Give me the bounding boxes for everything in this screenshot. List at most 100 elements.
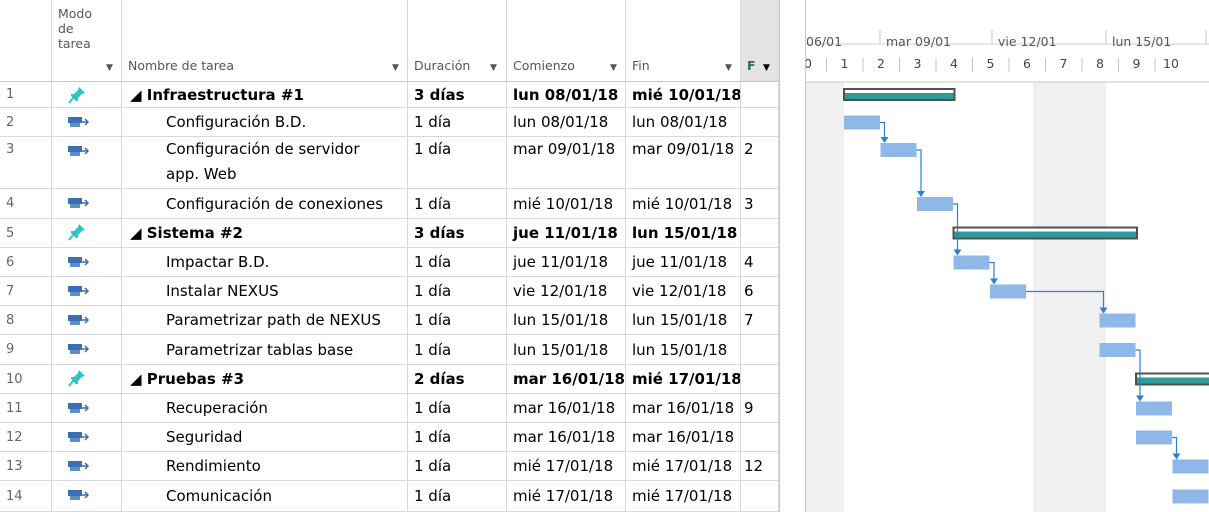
duration-cell[interactable]: 1 día xyxy=(408,248,507,277)
table-row[interactable]: 4 Configuración de conexiones 1 día mié 10/… xyxy=(0,189,779,219)
task-name-cell[interactable]: Seguridad xyxy=(122,423,408,452)
duration-cell[interactable]: 1 día xyxy=(408,452,507,481)
header-end-dropdown-icon[interactable]: ▼ xyxy=(725,63,732,73)
task-name-cell[interactable]: Parametrizar path de NEXUS xyxy=(122,306,408,335)
start-cell[interactable]: vie 12/01/18 xyxy=(507,277,626,306)
task-mode-cell[interactable] xyxy=(52,306,122,335)
end-cell[interactable]: mar 09/01/18 xyxy=(626,137,741,189)
header-task-name-dropdown-icon[interactable]: ▼ xyxy=(392,63,399,73)
task-mode-cell[interactable] xyxy=(52,82,122,108)
predecessor-cell[interactable]: 2 xyxy=(741,137,779,189)
table-row[interactable]: 10 ◢ Pruebas #3 2 días mar 16/01/18 mié 17/0… xyxy=(0,365,779,394)
header-start-dropdown-icon[interactable]: ▼ xyxy=(610,63,617,73)
task-mode-cell[interactable] xyxy=(52,248,122,277)
table-row[interactable]: 8 Parametrizar path de NEXUS 1 día lun 15/0… xyxy=(0,306,779,335)
end-cell[interactable]: lun 08/01/18 xyxy=(626,108,741,137)
table-row[interactable]: 1 ◢ Infraestructura #1 3 días lun 08/01/18 m… xyxy=(0,82,779,108)
header-task-name[interactable]: Nombre de tarea ▼ xyxy=(122,0,408,82)
predecessor-cell[interactable] xyxy=(741,108,779,137)
task-mode-cell[interactable] xyxy=(52,335,122,365)
predecessor-cell[interactable]: 6 xyxy=(741,277,779,306)
header-end[interactable]: Fin ▼ xyxy=(626,0,741,82)
table-row[interactable]: 9 Parametrizar tablas base 1 día lun 15/01/… xyxy=(0,335,779,365)
header-task-mode[interactable]: Modo de tarea ▼ xyxy=(52,0,122,82)
end-cell[interactable]: lun 15/01/18 xyxy=(626,219,741,248)
end-cell[interactable]: mié 17/01/18 xyxy=(626,365,741,394)
task-mode-cell[interactable] xyxy=(52,219,122,248)
task-name-cell[interactable]: Configuración B.D. xyxy=(122,108,408,137)
duration-cell[interactable]: 1 día xyxy=(408,137,507,189)
start-cell[interactable]: jue 11/01/18 xyxy=(507,219,626,248)
task-name-cell[interactable]: ◢ Sistema #2 xyxy=(122,219,408,248)
predecessor-cell[interactable] xyxy=(741,82,779,108)
task-name-cell[interactable]: Impactar B.D. xyxy=(122,248,408,277)
predecessor-cell[interactable]: 7 xyxy=(741,306,779,335)
end-cell[interactable]: jue 11/01/18 xyxy=(626,248,741,277)
task-name-cell[interactable]: Recuperación xyxy=(122,394,408,423)
start-cell[interactable]: lun 08/01/18 xyxy=(507,82,626,108)
start-cell[interactable]: mié 17/01/18 xyxy=(507,452,626,481)
table-row[interactable]: 2 Configuración B.D. 1 día lun 08/01/18 lun … xyxy=(0,108,779,137)
task-name-cell[interactable]: Rendimiento xyxy=(122,452,408,481)
end-cell[interactable]: lun 15/01/18 xyxy=(626,306,741,335)
start-cell[interactable]: lun 15/01/18 xyxy=(507,335,626,365)
start-cell[interactable]: mar 16/01/18 xyxy=(507,423,626,452)
start-cell[interactable]: mié 10/01/18 xyxy=(507,189,626,219)
predecessor-cell[interactable] xyxy=(741,219,779,248)
view-splitter[interactable] xyxy=(779,0,806,512)
start-cell[interactable]: jue 11/01/18 xyxy=(507,248,626,277)
task-mode-cell[interactable] xyxy=(52,423,122,452)
table-row[interactable]: 12 Seguridad 1 día mar 16/01/18 mar 16/01/18 xyxy=(0,423,779,452)
end-cell[interactable]: mar 16/01/18 xyxy=(626,394,741,423)
duration-cell[interactable]: 1 día xyxy=(408,306,507,335)
table-row[interactable]: 14 Comunicación 1 día mié 17/01/18 mié 17/01… xyxy=(0,481,779,512)
task-mode-cell[interactable] xyxy=(52,137,122,189)
end-cell[interactable]: mié 17/01/18 xyxy=(626,452,741,481)
task-mode-cell[interactable] xyxy=(52,452,122,481)
end-cell[interactable]: mar 16/01/18 xyxy=(626,423,741,452)
header-predecessors[interactable]: F ▼ xyxy=(741,0,779,82)
header-task-mode-dropdown-icon[interactable]: ▼ xyxy=(106,63,113,73)
duration-cell[interactable]: 1 día xyxy=(408,277,507,306)
start-cell[interactable]: lun 15/01/18 xyxy=(507,306,626,335)
start-cell[interactable]: mar 16/01/18 xyxy=(507,365,626,394)
duration-cell[interactable]: 1 día xyxy=(408,189,507,219)
predecessor-cell[interactable] xyxy=(741,365,779,394)
start-cell[interactable]: mar 16/01/18 xyxy=(507,394,626,423)
task-name-cell[interactable]: Configuración de servidor app. Web xyxy=(122,137,408,189)
header-duration-dropdown-icon[interactable]: ▼ xyxy=(490,63,497,73)
end-cell[interactable]: vie 12/01/18 xyxy=(626,277,741,306)
predecessor-cell[interactable] xyxy=(741,481,779,512)
predecessor-cell[interactable]: 3 xyxy=(741,189,779,219)
task-name-cell[interactable]: Instalar NEXUS xyxy=(122,277,408,306)
task-mode-cell[interactable] xyxy=(52,189,122,219)
end-cell[interactable]: lun 15/01/18 xyxy=(626,335,741,365)
table-row[interactable]: 7 Instalar NEXUS 1 día vie 12/01/18 vie 12/0… xyxy=(0,277,779,306)
end-cell[interactable]: mié 10/01/18 xyxy=(626,82,741,108)
start-cell[interactable]: mar 09/01/18 xyxy=(507,137,626,189)
table-row[interactable]: 13 Rendimiento 1 día mié 17/01/18 mié 17/01/… xyxy=(0,452,779,481)
task-name-cell[interactable]: ◢ Infraestructura #1 xyxy=(122,82,408,108)
header-duration[interactable]: Duración ▼ xyxy=(408,0,507,82)
duration-cell[interactable]: 3 días xyxy=(408,219,507,248)
table-row[interactable]: 3 Configuración de servidor app. Web 1 día m… xyxy=(0,137,779,189)
task-name-cell[interactable]: Parametrizar tablas base xyxy=(122,335,408,365)
table-row[interactable]: 5 ◢ Sistema #2 3 días jue 11/01/18 lun 15/01… xyxy=(0,219,779,248)
predecessor-cell[interactable]: 9 xyxy=(741,394,779,423)
header-row-id[interactable] xyxy=(0,0,52,82)
task-name-cell[interactable]: Configuración de conexiones xyxy=(122,189,408,219)
predecessor-cell[interactable] xyxy=(741,335,779,365)
task-mode-cell[interactable] xyxy=(52,365,122,394)
task-mode-cell[interactable] xyxy=(52,394,122,423)
duration-cell[interactable]: 1 día xyxy=(408,335,507,365)
task-name-cell[interactable]: ◢ Pruebas #3 xyxy=(122,365,408,394)
task-mode-cell[interactable] xyxy=(52,277,122,306)
duration-cell[interactable]: 3 días xyxy=(408,82,507,108)
start-cell[interactable]: mié 17/01/18 xyxy=(507,481,626,512)
task-mode-cell[interactable] xyxy=(52,481,122,512)
predecessor-cell[interactable] xyxy=(741,423,779,452)
end-cell[interactable]: mié 17/01/18 xyxy=(626,481,741,512)
duration-cell[interactable]: 1 día xyxy=(408,108,507,137)
predecessor-cell[interactable]: 12 xyxy=(741,452,779,481)
task-mode-cell[interactable] xyxy=(52,108,122,137)
